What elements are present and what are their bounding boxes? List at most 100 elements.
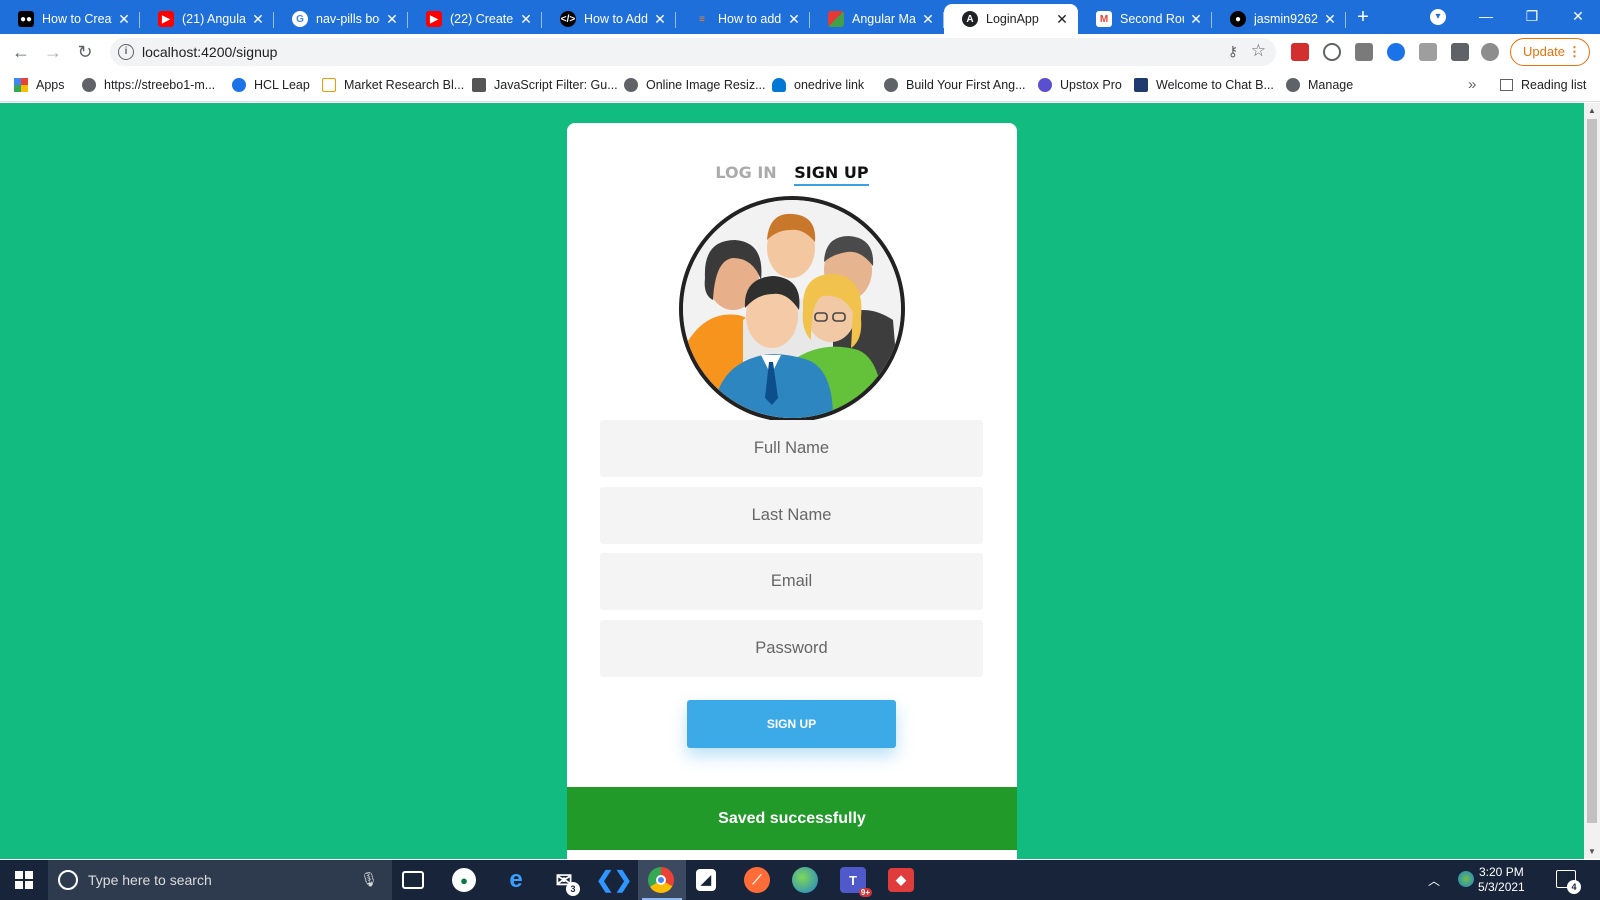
taskbar-search[interactable]: Type here to search 🎙: [48, 860, 392, 900]
bookmark-item[interactable]: onedrive link: [772, 78, 864, 92]
close-tab-icon[interactable]: ✕: [652, 11, 668, 28]
forward-icon[interactable]: →: [42, 41, 64, 63]
browser-tab[interactable]: G nav-pills boo ✕: [274, 4, 408, 34]
system-clock[interactable]: 3:20 PM 5/3/2021: [1478, 865, 1525, 895]
sticky-notes-icon[interactable]: ◢: [696, 869, 716, 891]
bookmark-item[interactable]: Market Research Bl...: [322, 78, 464, 92]
blue-extension-icon[interactable]: [1387, 43, 1405, 61]
extensions-puzzle-icon[interactable]: [1451, 43, 1469, 61]
new-tab-button[interactable]: +: [1350, 6, 1376, 30]
onedrive-icon: [772, 78, 786, 92]
page-scrollbar[interactable]: ▲ ▼: [1584, 103, 1600, 859]
profile-avatar-icon[interactable]: [1481, 43, 1499, 61]
bookmark-item[interactable]: Manage: [1286, 78, 1353, 92]
browser-tab[interactable]: ● jasmin92621 ✕: [1212, 4, 1346, 34]
gmail-icon: M: [1096, 11, 1112, 27]
notification-badge: 4: [1567, 880, 1581, 894]
bookmark-item[interactable]: Online Image Resiz...: [624, 78, 766, 92]
shield-icon: [472, 78, 486, 92]
close-tab-icon[interactable]: ✕: [384, 11, 400, 28]
notification-center-icon[interactable]: 4: [1556, 870, 1581, 894]
back-icon[interactable]: ←: [10, 41, 32, 63]
restore-button[interactable]: ❐: [1512, 4, 1552, 28]
password-input[interactable]: [600, 620, 983, 677]
hcl-icon: [232, 78, 246, 92]
globe-icon: [884, 78, 898, 92]
postman-icon[interactable]: ⟋: [744, 867, 770, 893]
close-tab-icon[interactable]: ✕: [1054, 11, 1070, 28]
bookmark-item[interactable]: JavaScript Filter: Gu...: [472, 78, 618, 92]
mongodb-compass-icon[interactable]: ●: [452, 868, 476, 892]
scroll-down-icon[interactable]: ▼: [1588, 847, 1596, 856]
browser-tab[interactable]: ≡ How to add ✕: [676, 4, 810, 34]
full-name-input[interactable]: [600, 420, 983, 477]
microphone-icon[interactable]: 🎙: [360, 871, 378, 888]
site-info-icon[interactable]: i: [118, 44, 134, 60]
mail-icon[interactable]: ✉ 3: [550, 866, 580, 896]
show-hidden-icons[interactable]: ︿: [1428, 872, 1440, 889]
edge-icon[interactable]: e: [502, 866, 530, 894]
page-viewport: LOG IN SIGN UP Full Name Last Name Email…: [0, 103, 1584, 859]
close-window-button[interactable]: ✕: [1558, 4, 1598, 28]
update-button[interactable]: Update ⋮: [1510, 38, 1590, 66]
reading-list-button[interactable]: Reading list: [1500, 78, 1586, 92]
close-tab-icon[interactable]: ✕: [1322, 11, 1338, 28]
browser-tab-strip: ●● How to Create ✕ ▶ (21) Angular ✕ G na…: [0, 0, 1600, 34]
last-name-input[interactable]: [600, 487, 983, 544]
browser-tab-active[interactable]: A LoginApp ✕: [944, 4, 1078, 34]
close-tab-icon[interactable]: ✕: [786, 11, 802, 28]
address-bar[interactable]: i localhost:4200/signup ⚷ ☆: [110, 38, 1276, 66]
scrollbar-thumb[interactable]: [1587, 119, 1597, 823]
angular-material-icon: [828, 11, 844, 27]
teams-icon[interactable]: T 9+: [840, 867, 872, 897]
bookmark-item[interactable]: Welcome to Chat B...: [1134, 78, 1274, 92]
close-tab-icon[interactable]: ✕: [518, 11, 534, 28]
close-tab-icon[interactable]: ✕: [250, 11, 266, 28]
minimize-button[interactable]: —: [1466, 4, 1506, 28]
browser-tab[interactable]: ▶ (21) Angular ✕: [140, 4, 274, 34]
bookmark-item[interactable]: Build Your First Ang...: [884, 78, 1026, 92]
bookmark-item[interactable]: HCL Leap: [232, 78, 310, 92]
chrome-icon[interactable]: [648, 867, 674, 893]
more-bookmarks-button[interactable]: »: [1468, 76, 1476, 93]
reload-icon[interactable]: ↻: [74, 41, 96, 63]
signup-button[interactable]: SIGN UP: [687, 700, 896, 748]
anydesk-icon[interactable]: ◆: [888, 868, 914, 892]
close-tab-icon[interactable]: ✕: [920, 11, 936, 28]
globe-icon: [1286, 78, 1300, 92]
start-button[interactable]: [0, 860, 48, 900]
youtube-icon: ▶: [158, 11, 174, 27]
browser-tab[interactable]: ●● How to Create ✕: [0, 4, 140, 34]
tab-search-icon[interactable]: ▾: [1430, 9, 1446, 25]
upstox-icon: [1038, 78, 1052, 92]
users-group-avatar: [679, 196, 905, 422]
tab-login[interactable]: LOG IN: [715, 163, 776, 184]
bookmark-apps[interactable]: Apps: [14, 78, 65, 92]
camera-extension-icon[interactable]: [1355, 43, 1373, 61]
youtube-icon: ▶: [426, 11, 442, 27]
browser-tab[interactable]: </> How to Add ✕: [542, 4, 676, 34]
market-research-icon: [322, 78, 336, 92]
grid-extension-icon[interactable]: [1419, 43, 1437, 61]
tab-signup[interactable]: SIGN UP: [794, 163, 869, 186]
bookmark-item[interactable]: https://streebo1-m...: [82, 78, 215, 92]
network-globe-icon[interactable]: [1458, 871, 1474, 887]
close-tab-icon[interactable]: ✕: [116, 11, 132, 28]
pdf-extension-icon[interactable]: [1291, 43, 1309, 61]
vscode-icon[interactable]: ❮❯: [596, 866, 633, 894]
globe-app-icon[interactable]: [792, 867, 818, 893]
close-tab-icon[interactable]: ✕: [1188, 11, 1204, 28]
url-text[interactable]: localhost:4200/signup: [142, 44, 277, 60]
signup-card: LOG IN SIGN UP Full Name Last Name Email…: [567, 123, 1017, 859]
recycle-extension-icon[interactable]: [1323, 43, 1341, 61]
browser-tab[interactable]: ▶ (22) Create A ✕: [408, 4, 542, 34]
browser-tab[interactable]: Angular Mat ✕: [810, 4, 944, 34]
bookmark-item[interactable]: Upstox Pro: [1038, 78, 1122, 92]
bookmark-star-icon[interactable]: ☆: [1251, 41, 1266, 61]
email-input[interactable]: [600, 553, 983, 610]
scroll-up-icon[interactable]: ▲: [1588, 106, 1596, 115]
password-key-icon[interactable]: ⚷: [1228, 43, 1238, 60]
windows-taskbar: Type here to search 🎙 ● e ✉ 3 ❮❯ ◢ ⟋ T 9…: [0, 860, 1600, 900]
browser-tab[interactable]: M Second Roun ✕: [1078, 4, 1212, 34]
task-view-icon[interactable]: [402, 871, 424, 889]
